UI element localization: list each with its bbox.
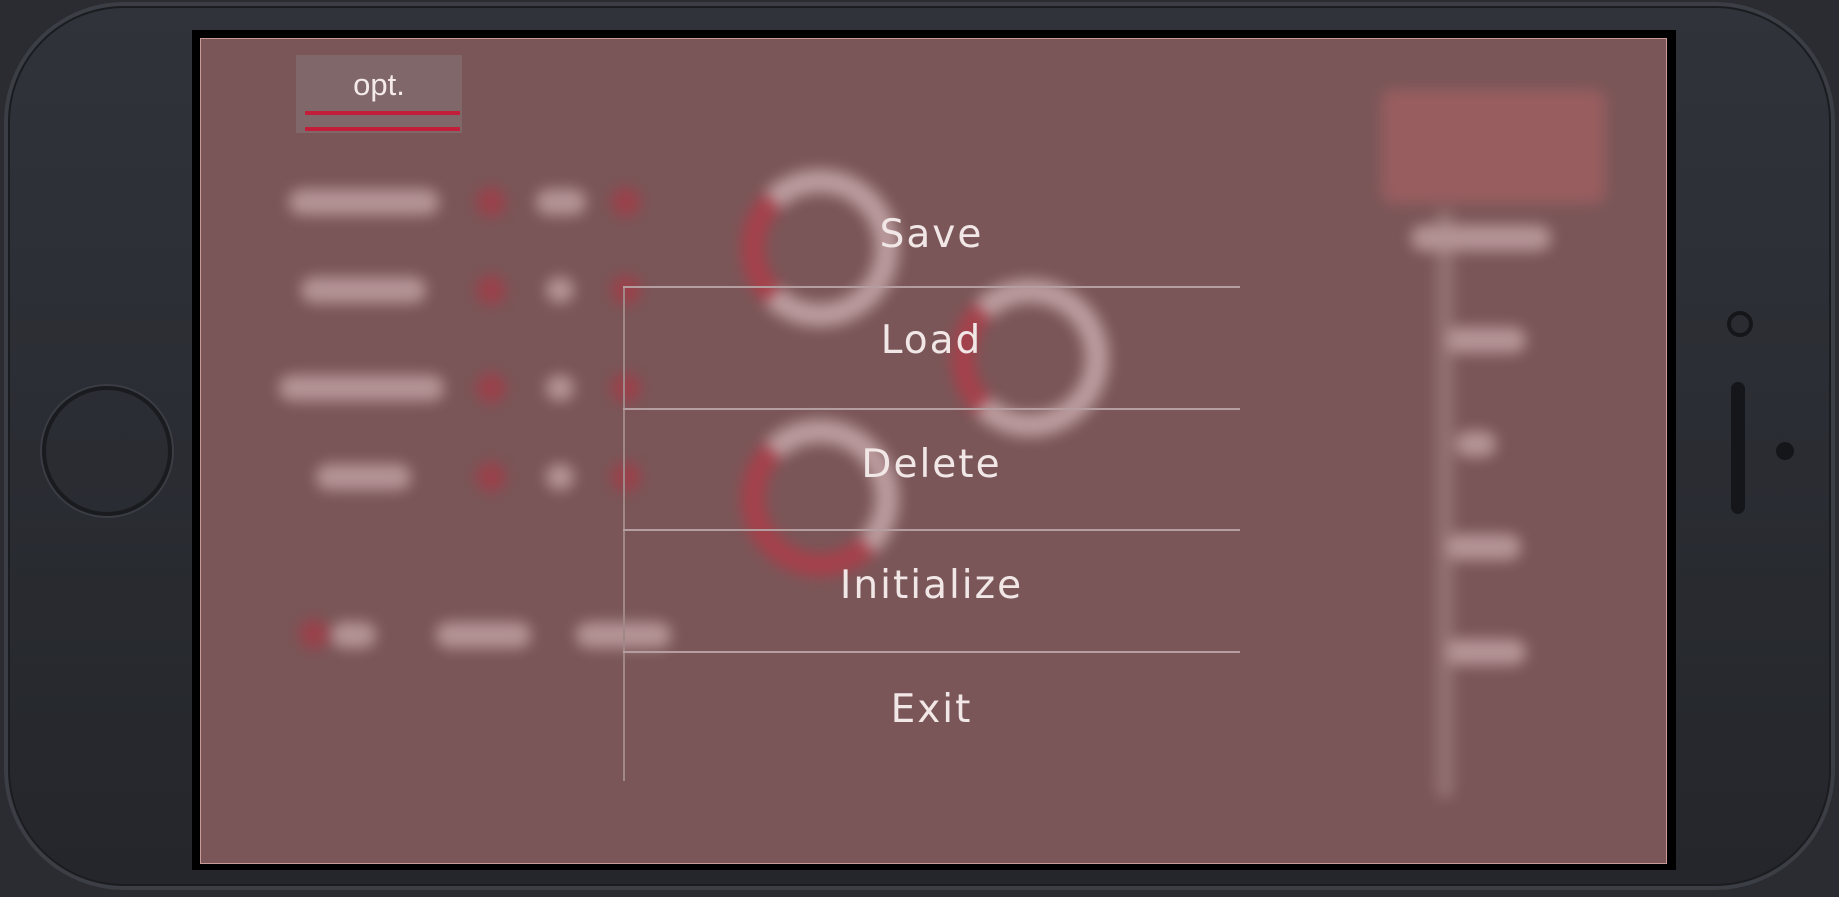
background-row-label (289, 189, 439, 215)
options-tab-label: opt. (353, 67, 405, 102)
options-tab[interactable]: opt. (296, 55, 462, 133)
app-screen: opt. Save Load Delete Initialize Exit (200, 38, 1667, 864)
background-slider-label (1446, 327, 1526, 353)
background-slider-label (1411, 225, 1551, 251)
background-slider-label (1446, 639, 1526, 665)
background-row-value (546, 464, 574, 490)
background-decrement-dot (476, 187, 506, 217)
menu-item-label: Delete (861, 441, 1002, 487)
background-panel (1381, 89, 1606, 204)
background-row-label (279, 375, 444, 401)
background-bottom-label (436, 622, 531, 648)
phone-frame: opt. Save Load Delete Initialize Exit (4, 2, 1835, 890)
background-row-value (546, 375, 574, 401)
options-menu: Save Load Delete Initialize Exit (623, 204, 1240, 774)
home-button[interactable] (42, 386, 172, 516)
background-decrement-dot (476, 275, 506, 305)
background-row-value (546, 277, 574, 303)
options-tab-underline (305, 127, 460, 131)
options-tab-underline (305, 111, 460, 115)
menu-item-delete[interactable]: Delete (623, 410, 1240, 531)
background-slider-label (1456, 431, 1496, 457)
background-bottom-dot (299, 619, 329, 649)
background-bottom-label (331, 622, 376, 648)
background-row-value (536, 189, 586, 215)
background-decrement-dot (476, 462, 506, 492)
device-screen: opt. Save Load Delete Initialize Exit (192, 30, 1676, 870)
menu-item-exit[interactable]: Exit (623, 653, 1240, 775)
menu-item-initialize[interactable]: Initialize (623, 531, 1240, 653)
menu-item-label: Exit (890, 686, 973, 732)
front-camera-icon (1727, 311, 1753, 337)
speaker-grille (1731, 382, 1745, 514)
menu-item-label: Save (879, 212, 984, 257)
menu-item-label: Initialize (839, 563, 1024, 608)
background-decrement-dot (476, 373, 506, 403)
menu-item-load[interactable]: Load (623, 288, 1240, 410)
menu-item-label: Load (880, 318, 983, 363)
background-slider-track (1436, 209, 1454, 799)
proximity-sensor-icon (1776, 442, 1794, 460)
menu-item-save[interactable]: Save (623, 204, 1240, 288)
background-row-label (316, 464, 411, 490)
background-slider-label (1446, 534, 1521, 560)
background-row-label (301, 277, 426, 303)
